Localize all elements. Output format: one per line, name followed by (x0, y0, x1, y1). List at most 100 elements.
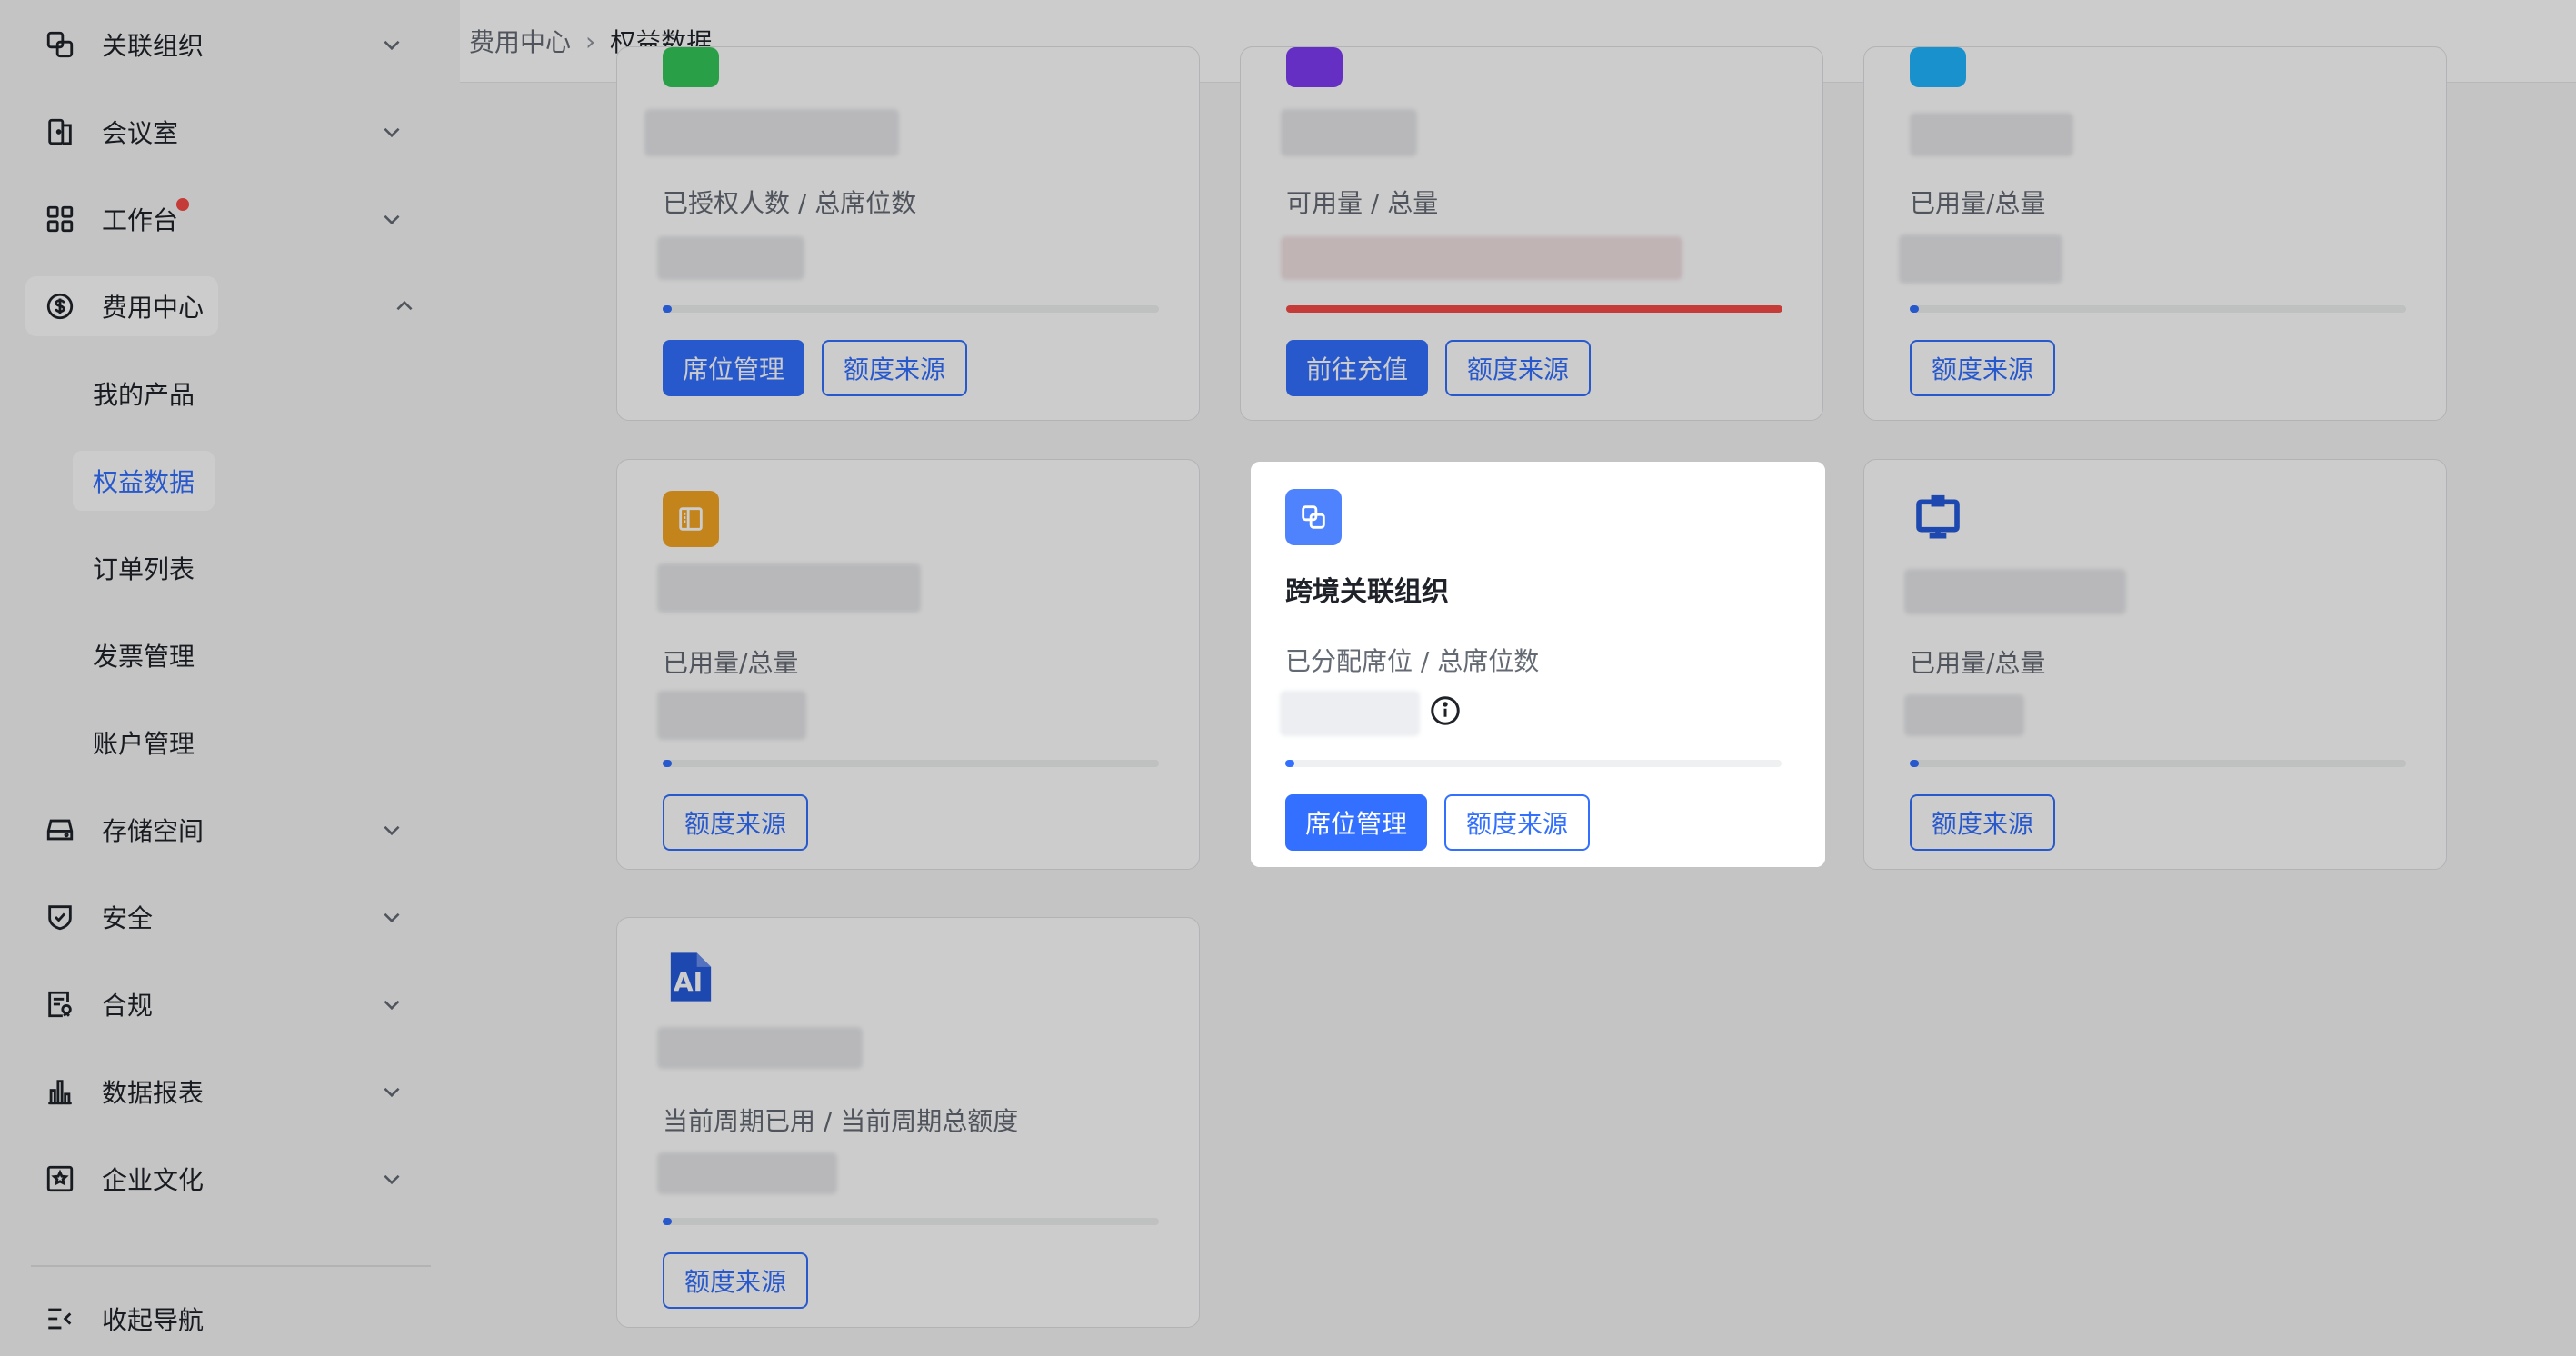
ai-doc-icon: AI (663, 949, 719, 1005)
link-org-icon (1285, 489, 1342, 545)
storage-icon (44, 813, 76, 846)
sidebar-item-workbench[interactable]: 工作台 (25, 189, 425, 249)
sidebar-subitem-my-products[interactable]: 我的产品 (73, 364, 215, 424)
sidebar-item-compliance[interactable]: 合规 (25, 974, 425, 1034)
collapse-nav-button[interactable]: 收起导航 (25, 1289, 425, 1349)
seat-management-button[interactable]: 席位管理 (663, 340, 805, 396)
sidebar-subitem-account-management[interactable]: 账户管理 (73, 713, 215, 773)
sidebar-item-label: 存储空间 (102, 816, 205, 846)
chevron-down-icon (384, 40, 400, 51)
card-title: 跨境关联组织 (1285, 576, 1449, 608)
sidebar-item-label: 安全 (102, 903, 154, 933)
compliance-icon (44, 988, 76, 1021)
metric-label: 已用量/总量 (1910, 188, 2046, 218)
usage-progress-fill (663, 1218, 672, 1225)
sidebar-item-label: 数据报表 (102, 1078, 205, 1108)
usage-progress-bar (663, 1218, 1159, 1225)
chevron-down-icon (384, 912, 400, 923)
seat-management-button[interactable]: 席位管理 (1285, 794, 1428, 851)
usage-progress-bar (1910, 305, 2406, 313)
quota-source-button[interactable]: 额度来源 (663, 794, 809, 851)
notification-dot (176, 198, 189, 211)
redacted-title (657, 1027, 863, 1069)
redacted-value (1904, 694, 2024, 736)
benefit-card-highlighted: 跨境关联组织 已分配席位 / 总席位数 席位管理 额度来源 (1251, 462, 1825, 867)
app-icon (1910, 47, 1966, 87)
sidebar-item-storage[interactable]: 存储空间 (25, 800, 425, 860)
sidebar-item-label: 企业文化 (102, 1165, 205, 1195)
benefit-card: 已用量/总量 额度来源 (1863, 46, 2447, 421)
dollar-icon (44, 290, 76, 323)
metric-label: 当前周期已用 / 当前周期总额度 (663, 1106, 1019, 1136)
chevron-down-icon (384, 214, 400, 225)
sidebar-item-label: 会议室 (102, 118, 179, 148)
benefit-card: 已用量/总量 额度来源 (1863, 459, 2447, 870)
usage-progress-bar (663, 305, 1159, 313)
app-window: 关联组织 会议室 工作台 费用中心 我的产品 权益数据 订单列表 发票管理 账户… (0, 0, 2576, 1356)
quota-source-button[interactable]: 额度来源 (822, 340, 968, 396)
ai-icon-text: AI (674, 967, 704, 997)
metric-label: 已分配席位 / 总席位数 (1285, 646, 1540, 676)
redacted-title (1281, 109, 1417, 156)
benefit-card: 已授权人数 / 总席位数 席位管理 额度来源 (616, 46, 1200, 421)
usage-progress-bar (1910, 760, 2406, 767)
metric-label: 可用量 / 总量 (1286, 188, 1439, 218)
sidebar-item-label: 合规 (102, 991, 154, 1021)
sidebar-subitem-order-list[interactable]: 订单列表 (73, 538, 215, 598)
metric-label: 已授权人数 / 总席位数 (663, 188, 917, 218)
sidebar-item-meeting-room[interactable]: 会议室 (25, 102, 425, 162)
collapse-nav-icon (44, 1302, 76, 1335)
sidebar: 关联组织 会议室 工作台 费用中心 我的产品 权益数据 订单列表 发票管理 账户… (0, 0, 461, 1356)
quota-source-button[interactable]: 额度来源 (1910, 794, 2056, 851)
culture-icon (44, 1162, 76, 1195)
quota-source-button[interactable]: 额度来源 (1445, 340, 1592, 396)
sidebar-subitem-invoice-management[interactable]: 发票管理 (73, 625, 215, 685)
chevron-up-icon[interactable] (393, 294, 416, 318)
sidebar-item-label: 费用中心 (102, 293, 205, 323)
sidebar-item-label: 工作台 (102, 205, 179, 235)
quota-source-button[interactable]: 额度来源 (1444, 794, 1591, 851)
link-org-icon (44, 28, 76, 61)
sidebar-item-data-reports[interactable]: 数据报表 (25, 1062, 425, 1122)
metric-label: 已用量/总量 (1910, 648, 2046, 678)
usage-progress-fill (1910, 305, 1919, 313)
monitor-icon (1910, 491, 1966, 547)
redacted-title (1910, 113, 2073, 156)
redacted-value (657, 1152, 837, 1194)
chevron-down-icon (384, 1000, 400, 1011)
usage-progress-fill (663, 760, 672, 767)
sidebar-item-security[interactable]: 安全 (25, 887, 425, 947)
sidebar-subitem-benefit-data[interactable]: 权益数据 (73, 451, 215, 511)
info-icon[interactable] (1429, 694, 1462, 727)
redacted-value (1280, 691, 1420, 736)
redacted-title (1904, 569, 2126, 614)
chevron-down-icon (384, 1087, 400, 1098)
chevron-down-icon (384, 825, 400, 836)
app-icon (663, 47, 719, 87)
recharge-button[interactable]: 前往充值 (1286, 340, 1429, 396)
redacted-value (1899, 234, 2062, 284)
breadcrumb-parent[interactable]: 费用中心 (469, 23, 571, 59)
quota-source-button[interactable]: 额度来源 (1910, 340, 2056, 396)
sidebar-divider (31, 1265, 431, 1267)
chevron-down-icon (384, 1174, 400, 1185)
quota-source-button[interactable]: 额度来源 (663, 1252, 809, 1309)
redacted-value (657, 691, 806, 740)
sidebar-item-label: 关联组织 (102, 31, 205, 61)
usage-progress-fill (1286, 305, 1782, 313)
sidebar-item-linked-org[interactable]: 关联组织 (25, 15, 425, 75)
sidebar-item-corporate-culture[interactable]: 企业文化 (25, 1149, 425, 1209)
metric-label: 已用量/总量 (663, 648, 799, 678)
chart-icon (44, 1075, 76, 1108)
benefit-card: 可用量 / 总量 前往充值 额度来源 (1240, 46, 1823, 421)
breadcrumb-separator-icon: › (585, 25, 596, 56)
usage-progress-fill (663, 305, 672, 313)
usage-progress-fill (1910, 760, 1919, 767)
benefit-card: 已用量/总量 额度来源 (616, 459, 1200, 870)
book-icon (663, 491, 719, 547)
app-icon (1286, 47, 1343, 87)
usage-progress-bar (1285, 760, 1782, 767)
sidebar-item-billing-center[interactable]: 费用中心 (25, 276, 218, 336)
meeting-room-icon (44, 115, 76, 148)
collapse-nav-label: 收起导航 (102, 1305, 205, 1335)
